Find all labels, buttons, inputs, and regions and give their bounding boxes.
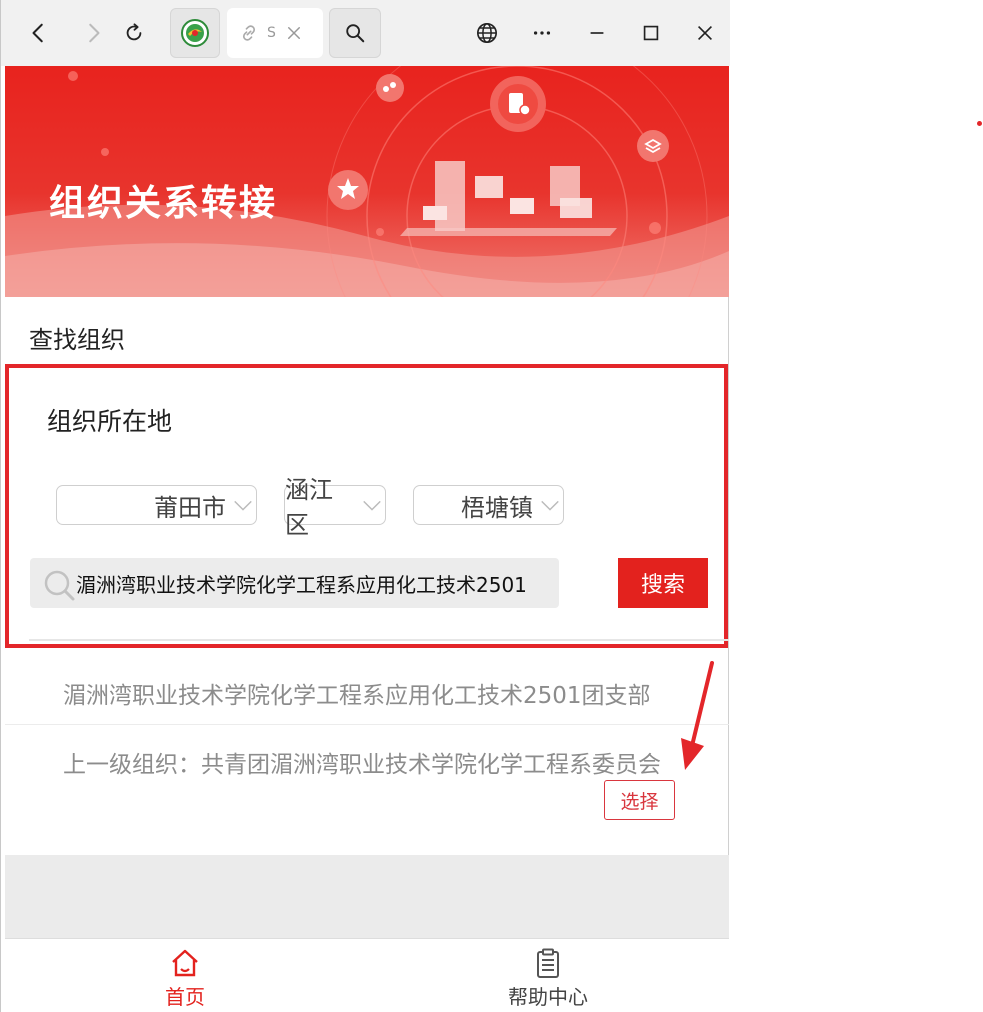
tab-help-center[interactable]: 帮助中心	[508, 947, 588, 1010]
divider	[29, 639, 729, 641]
search-icon	[346, 24, 365, 43]
reload-button[interactable]	[112, 12, 156, 54]
bottom-tab-bar: 首页 帮助中心	[5, 938, 729, 1012]
tab-search-button[interactable]	[329, 8, 381, 58]
minimize-button[interactable]	[575, 12, 619, 54]
page-title: 组织关系转接	[49, 183, 278, 224]
town-select-value: 梧塘镇	[461, 493, 533, 522]
tab-favicon[interactable]	[170, 8, 220, 58]
language-button[interactable]	[465, 12, 509, 54]
clipboard-icon	[537, 948, 559, 978]
chevron-left-icon	[32, 23, 43, 43]
result-org-name[interactable]: 湄洲湾职业技术学院化学工程系应用化工技术2501团支部	[63, 676, 651, 710]
section-title: 查找组织	[29, 326, 125, 354]
close-tab-icon[interactable]	[285, 24, 303, 42]
close-window-button[interactable]	[683, 12, 727, 54]
home-icon	[172, 949, 198, 977]
tab-title: S	[267, 25, 276, 41]
annotation-arrow	[681, 661, 714, 770]
parent-org-name: 共青团湄洲湾职业技术学院化学工程系委员会	[201, 752, 661, 778]
parent-org-label: 上一级组织：	[63, 752, 201, 778]
district-select-value: 涵江区	[285, 476, 333, 539]
choose-button[interactable]: 选择	[604, 780, 675, 820]
chevron-down-icon	[541, 500, 559, 511]
more-button[interactable]	[520, 12, 564, 54]
reload-icon	[126, 23, 142, 41]
search-button[interactable]: 搜索	[618, 558, 708, 608]
tab-help-center-label: 帮助中心	[508, 985, 588, 1009]
chevron-down-icon	[363, 500, 381, 511]
back-button[interactable]	[17, 12, 61, 54]
browser-window: S 组织关系转接 查找组织 组织所在地 莆田市 涵江区 梧塘镇 湄洲湾职业技术学…	[0, 0, 730, 1012]
org-search-input[interactable]	[76, 558, 556, 608]
maximize-button[interactable]	[629, 12, 673, 54]
site-logo-icon	[181, 19, 209, 47]
chevron-right-icon	[89, 23, 100, 43]
result-parent-org: 上一级组织：共青团湄洲湾职业技术学院化学工程系委员会	[63, 746, 663, 784]
browser-toolbar: S	[1, 0, 730, 66]
tab-home[interactable]: 首页	[165, 947, 205, 1010]
chevron-down-icon	[234, 500, 252, 511]
link-icon	[242, 25, 256, 41]
more-dots-icon	[533, 31, 551, 35]
search-icon	[44, 570, 75, 601]
org-search-bar	[30, 558, 559, 608]
forward-button[interactable]	[71, 12, 115, 54]
close-icon	[697, 25, 713, 41]
location-label: 组织所在地	[47, 407, 173, 436]
city-select[interactable]: 莆田市	[56, 485, 257, 525]
active-tab[interactable]: S	[227, 8, 323, 58]
district-select[interactable]: 涵江区	[284, 476, 386, 539]
annotation-dot	[977, 121, 982, 126]
divider	[5, 724, 729, 725]
tab-home-label: 首页	[165, 985, 205, 1009]
maximize-icon	[643, 25, 659, 41]
globe-icon	[477, 23, 497, 43]
city-select-value: 莆田市	[154, 493, 226, 522]
town-select[interactable]: 梧塘镇	[413, 485, 564, 525]
empty-area	[5, 855, 729, 938]
minimize-icon	[590, 32, 604, 34]
page-banner: 组织关系转接	[5, 66, 729, 297]
